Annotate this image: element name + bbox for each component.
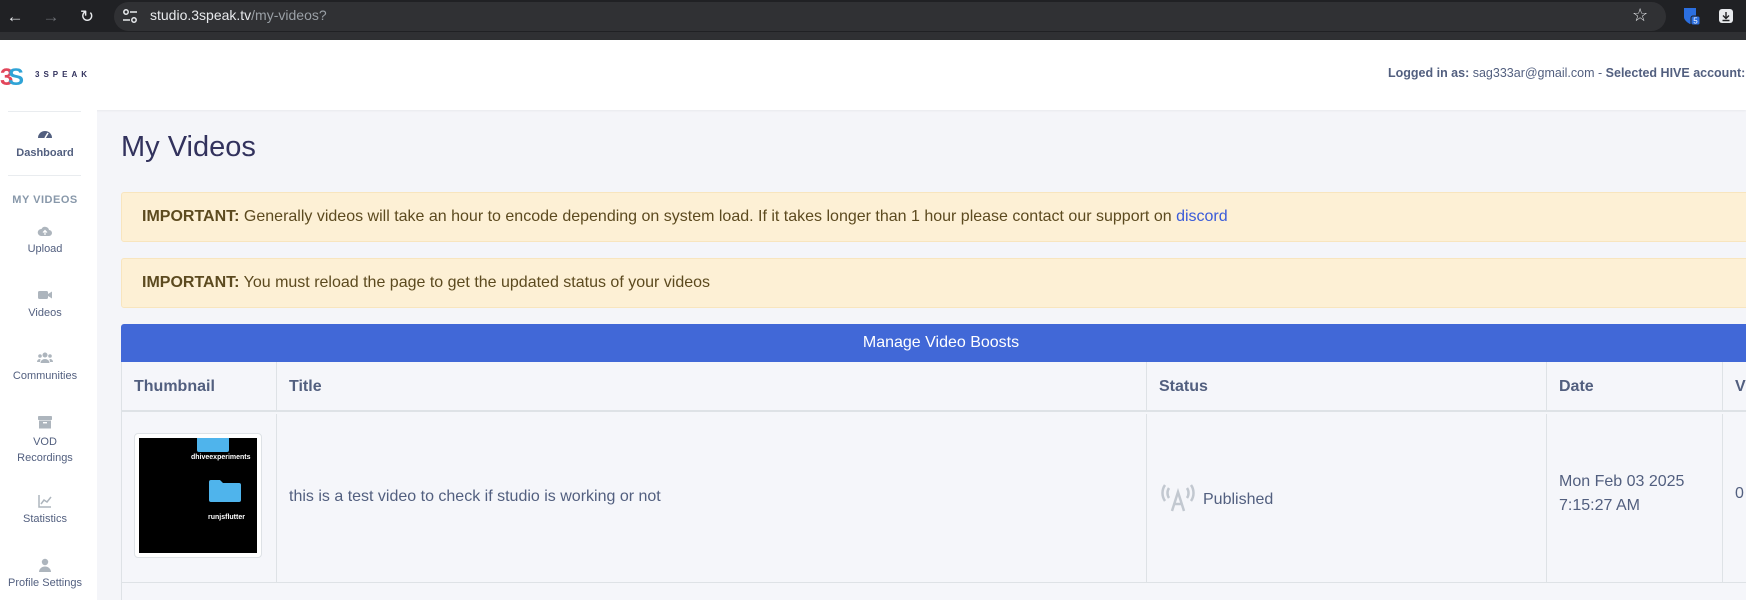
address-bar[interactable] <box>114 2 1666 31</box>
sidebar-item-vod-recordings[interactable]: VOD Recordings <box>0 414 90 466</box>
sidebar-dashboard-label: Dashboard <box>16 147 74 159</box>
column-header-views: V <box>1723 362 1746 412</box>
alert-text: Generally videos will take an hour to en… <box>243 208 1172 225</box>
table-row-title-cell: this is a test video to check if studio … <box>277 414 1147 583</box>
forward-icon[interactable]: → <box>40 6 62 28</box>
sidebar-item-statistics[interactable]: Statistics <box>0 493 90 525</box>
videos-table: Thumbnail Title Status Date V dhiveexper… <box>121 362 1746 600</box>
folder-label: runjsflutter <box>208 514 245 521</box>
sidebar-item-profile-settings[interactable]: Profile Settings <box>0 557 90 589</box>
extension-shield-icon[interactable]: 5 <box>1682 7 1700 25</box>
alert-label: IMPORTANT: <box>142 208 240 225</box>
alert-reload-page: IMPORTANT: You must reload the page to g… <box>121 258 1746 308</box>
video-title[interactable]: this is a test video to check if studio … <box>289 488 661 506</box>
video-thumbnail[interactable]: dhiveexperiments runjsflutter <box>134 433 262 558</box>
sidebar-item-label: Statistics <box>22 513 67 525</box>
svg-text:3SPEAK: 3SPEAK <box>35 70 91 79</box>
browser-toolbar-edge <box>0 32 1746 40</box>
chart-line-icon <box>38 495 52 508</box>
sidebar-item-communities[interactable]: Communities <box>0 350 90 382</box>
sidebar-item-videos[interactable]: Videos <box>0 287 90 319</box>
dashboard-gauge-icon <box>38 131 52 139</box>
sidebar-item-label: Upload <box>27 243 63 255</box>
table-row-views-cell: 0 <box>1723 414 1746 583</box>
users-icon <box>37 352 53 363</box>
sidebar-divider <box>8 111 81 112</box>
sidebar-item-label: Videos <box>28 307 62 319</box>
folder-icon <box>209 480 241 502</box>
sidebar-section-title: MY VIDEOS <box>12 194 78 206</box>
column-header-thumbnail: Thumbnail <box>122 362 277 412</box>
discord-link[interactable]: discord <box>1176 208 1228 225</box>
sidebar-item-label: Profile Settings <box>8 577 82 589</box>
folder-label: dhiveexperiments <box>191 454 251 461</box>
status-text: Published <box>1203 491 1274 508</box>
cloud-upload-icon <box>37 226 52 236</box>
svg-text:S: S <box>8 64 24 91</box>
sidebar-item-label: VOD Recordings <box>17 436 73 464</box>
manage-video-boosts-button[interactable]: Manage Video Boosts <box>121 324 1746 362</box>
thumbnail-image: dhiveexperiments runjsflutter <box>139 438 257 553</box>
sidebar-item-label: Communities <box>12 370 78 382</box>
page-title: My Videos <box>121 131 256 163</box>
alert-text: You must reload the page to get the upda… <box>243 274 711 291</box>
table-row-thumbnail-cell: dhiveexperiments runjsflutter <box>122 414 277 583</box>
sidebar-item-dashboard[interactable]: Dashboard <box>0 127 90 159</box>
video-views: 0 <box>1735 485 1744 502</box>
video-date: Mon Feb 03 2025 7:15:27 AM <box>1559 470 1684 518</box>
3speak-logo[interactable]: 3 S 3SPEAK <box>0 63 100 91</box>
table-row-status-cell: Published <box>1147 414 1547 583</box>
video-camera-icon <box>38 291 52 299</box>
alert-label: IMPORTANT: <box>142 274 240 291</box>
login-info: Logged in as: sag333ar@gmail.com - Selec… <box>1388 66 1746 80</box>
sidebar-item-upload[interactable]: Upload <box>0 223 90 255</box>
reload-icon[interactable]: ↻ <box>76 6 98 28</box>
status-badge: Published <box>1159 479 1273 513</box>
alert-encoding-time: IMPORTANT: Generally videos will take an… <box>121 192 1746 242</box>
logged-in-email: sag333ar@gmail.com <box>1472 66 1595 80</box>
folder-icon <box>197 438 229 452</box>
archive-icon <box>38 416 52 429</box>
table-row-date-cell: Mon Feb 03 2025 7:15:27 AM <box>1547 414 1723 583</box>
date-line: Mon Feb 03 2025 <box>1559 473 1685 490</box>
column-header-status: Status <box>1147 362 1547 412</box>
site-settings-icon[interactable] <box>121 7 139 25</box>
back-icon[interactable]: ← <box>4 6 26 28</box>
bookmark-star-icon[interactable]: ☆ <box>1632 5 1648 26</box>
sidebar-divider <box>8 175 81 176</box>
column-header-date: Date <box>1547 362 1723 412</box>
url-text[interactable]: studio.3speak.tv/my-videos? <box>150 7 327 23</box>
broadcast-icon <box>1161 484 1195 512</box>
svg-text:5: 5 <box>1693 17 1698 26</box>
column-header-title: Title <box>277 362 1147 412</box>
extension-download-icon[interactable] <box>1718 8 1734 24</box>
time-line: 7:15:27 AM <box>1559 497 1640 514</box>
user-icon <box>39 558 51 572</box>
hive-account-label: Selected HIVE account: <box>1605 66 1746 80</box>
